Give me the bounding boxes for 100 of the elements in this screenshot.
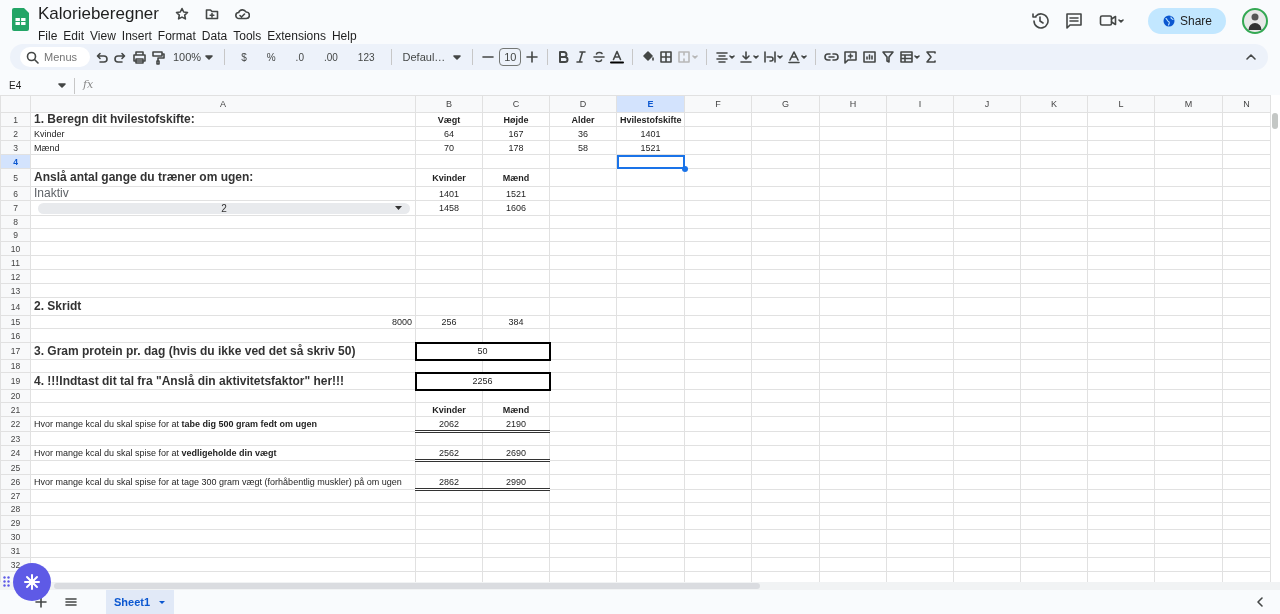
merge-cells-icon[interactable]	[677, 50, 699, 64]
cell-text: 2. Skridt	[34, 300, 82, 312]
column-header[interactable]: C	[482, 95, 550, 113]
bold-icon[interactable]	[556, 50, 571, 64]
scrollbar-thumb[interactable]	[1272, 113, 1278, 129]
column-header[interactable]: H	[819, 95, 887, 113]
cell-text: Alder	[571, 113, 595, 126]
menu-item[interactable]: View	[87, 28, 119, 44]
input-cell[interactable]: 50	[415, 342, 550, 360]
more-formats-button[interactable]: 123	[349, 49, 383, 65]
text-rotate-icon[interactable]	[787, 50, 808, 64]
column-header[interactable]: K	[1020, 95, 1088, 113]
chevron-icon[interactable]	[1254, 596, 1266, 608]
cell-text: 1401	[640, 127, 661, 140]
sheet-tab[interactable]: Sheet1	[106, 590, 175, 614]
cell-text: 178	[508, 141, 524, 154]
sparkle-icon	[23, 573, 41, 591]
plus-icon[interactable]	[525, 50, 540, 64]
menu-item[interactable]: Tools	[230, 28, 265, 44]
cell-cursor[interactable]	[616, 154, 685, 169]
grid-dots-icon[interactable]	[3, 576, 10, 587]
cell-text: 64	[444, 127, 454, 140]
cell-text: Hvor mange kcal du skal spise for at tage 300 gram vægt (forhåbentlig muskler) på om ugen	[34, 476, 402, 488]
cloud-icon[interactable]	[234, 7, 250, 21]
strikethrough-icon[interactable]	[592, 50, 607, 64]
italic-icon[interactable]	[574, 50, 589, 64]
cell-text: Hvor mange kcal du skal spise for at tabe dig 500 gram fedt om ugen	[34, 418, 318, 430]
text-color-icon[interactable]	[610, 50, 625, 64]
font-size-field[interactable]: 10	[499, 48, 522, 66]
zoom-dropdown[interactable]: 100%	[170, 48, 217, 66]
cell-text: 167	[508, 127, 524, 140]
document-title[interactable]: Kalorieberegner	[38, 4, 159, 24]
cell-text: 1. Beregn dit hvilestofskifte:	[34, 113, 195, 125]
increase-decimals-button[interactable]: .00	[315, 49, 346, 65]
percent-button[interactable]: %	[258, 49, 284, 65]
sum-icon[interactable]	[924, 50, 939, 64]
menu-icon[interactable]	[64, 595, 78, 609]
fill-color-icon[interactable]	[641, 50, 656, 64]
cell-text: 2990	[506, 475, 526, 488]
cell-text: 8000	[391, 316, 412, 328]
cell-text: Hvor mange kcal du skal spise for at vedligeholde din vægt	[34, 447, 277, 459]
column-header[interactable]: B	[415, 95, 483, 113]
menu-item[interactable]: File	[35, 28, 61, 44]
column-header[interactable]: N	[1222, 95, 1271, 113]
column-header[interactable]: L	[1087, 95, 1155, 113]
column-header[interactable]: A	[30, 95, 416, 113]
star-icon[interactable]	[174, 7, 189, 21]
history-icon[interactable]	[1030, 12, 1049, 30]
search-icon	[26, 51, 39, 64]
folder-icon[interactable]	[204, 7, 219, 21]
cell-text: 2690	[506, 446, 526, 459]
cell-text: 2190	[506, 417, 526, 430]
input-cell[interactable]: 2256	[415, 372, 550, 390]
vertical-align-icon[interactable]	[739, 50, 760, 64]
spreadsheet-logo[interactable]	[12, 7, 30, 32]
column-header[interactable]: D	[549, 95, 617, 113]
search-field[interactable]: Menus	[20, 47, 90, 67]
menu-item[interactable]: Extensions	[264, 28, 329, 44]
share-button[interactable]: Share	[1147, 8, 1226, 34]
comment-icon[interactable]	[1064, 12, 1083, 30]
dropdown-chip[interactable]: 2	[38, 202, 410, 214]
print-icon[interactable]	[132, 49, 147, 65]
cell-text: Hvilestofskifte	[620, 113, 682, 126]
paint-format-icon[interactable]	[151, 49, 166, 65]
scrollbar-thumb[interactable]	[54, 583, 760, 589]
cell-text: 1458	[439, 202, 459, 214]
cell-text: 1521	[506, 187, 526, 200]
menu-item[interactable]: Insert	[118, 28, 155, 44]
avatar[interactable]	[1242, 8, 1268, 34]
cell-text: Anslå antal gange du træner om ugen:	[34, 171, 254, 183]
add-comment-icon[interactable]	[843, 50, 859, 64]
column-header[interactable]: I	[886, 95, 954, 113]
text-wrap-icon[interactable]	[763, 50, 784, 64]
menu-item[interactable]: Data	[198, 28, 231, 44]
column-header[interactable]: M	[1154, 95, 1223, 113]
cell-text: 2062	[439, 417, 459, 430]
menu-item[interactable]: Format	[154, 28, 199, 44]
currency-button[interactable]: $	[233, 49, 255, 65]
cell-text: 256	[441, 316, 457, 328]
filter-icon[interactable]	[881, 50, 896, 64]
table-icon[interactable]	[899, 50, 921, 64]
link-icon[interactable]	[824, 50, 840, 64]
cell-text: Mænd	[34, 141, 60, 154]
column-header[interactable]: E	[616, 95, 685, 113]
name-box[interactable]: E4	[0, 78, 70, 93]
caret-icon	[158, 598, 167, 606]
decrease-decimals-button[interactable]: .0	[287, 49, 312, 65]
column-header[interactable]: F	[684, 95, 752, 113]
cell-text: Inaktiv	[34, 187, 69, 199]
chart-icon[interactable]	[862, 50, 878, 64]
cell-text: Mænd	[502, 171, 530, 184]
font-dropdown[interactable]: Defaul…	[399, 48, 465, 66]
caret-icon	[395, 205, 402, 210]
menu-item[interactable]: Edit	[60, 28, 88, 44]
column-header[interactable]: J	[953, 95, 1021, 113]
globe-icon	[1161, 14, 1176, 28]
borders-icon[interactable]	[659, 50, 674, 64]
align-icon[interactable]	[715, 50, 736, 64]
column-header[interactable]: G	[751, 95, 820, 113]
menu-item[interactable]: Help	[328, 28, 360, 44]
